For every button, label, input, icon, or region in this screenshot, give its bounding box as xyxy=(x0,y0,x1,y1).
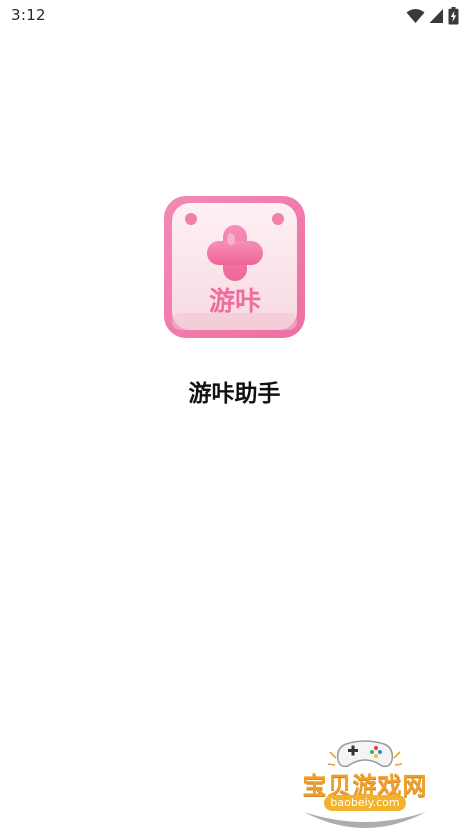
gamepad-icon xyxy=(336,740,394,768)
status-bar: 3:12 xyxy=(0,0,469,32)
splash-screen: 3:12 游咔 游咔助手 宝贝游戏网 baobeiy.com xyxy=(0,0,469,834)
app-icon-label: 游咔 xyxy=(209,287,261,317)
status-icons xyxy=(406,6,459,26)
app-logo-icon: 游咔 xyxy=(163,195,306,339)
status-time: 3:12 xyxy=(11,6,46,24)
wifi-icon xyxy=(406,8,425,24)
cell-signal-icon xyxy=(429,8,444,24)
watermark-url: baobeiy.com xyxy=(324,795,406,811)
site-watermark: 宝贝游戏网 baobeiy.com xyxy=(290,738,440,830)
app-name-title: 游咔助手 xyxy=(188,381,281,407)
battery-charging-icon xyxy=(448,7,459,25)
